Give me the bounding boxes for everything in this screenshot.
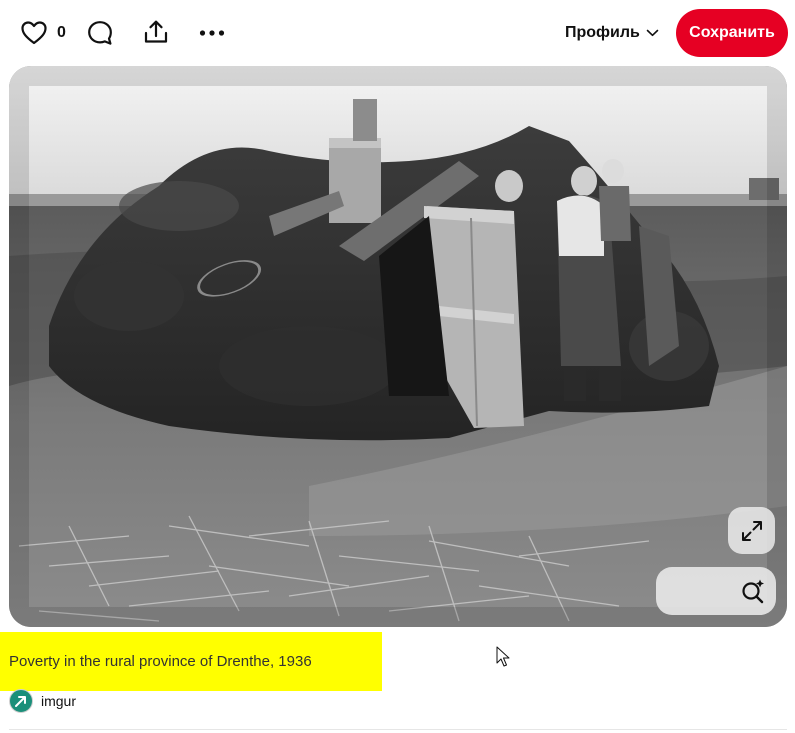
pin-caption-text: Poverty in the rural province of Drenthe… bbox=[9, 653, 312, 670]
share-icon bbox=[144, 20, 168, 43]
pin-image[interactable] bbox=[9, 66, 787, 627]
board-select-dropdown[interactable]: Профиль bbox=[565, 22, 659, 44]
like-button[interactable] bbox=[20, 20, 48, 46]
save-button[interactable]: Сохранить bbox=[676, 9, 788, 57]
pin-caption: Poverty in the rural province of Drenthe… bbox=[0, 632, 382, 691]
expand-image-button[interactable] bbox=[728, 507, 775, 554]
board-select-label: Профиль bbox=[565, 24, 640, 41]
pin-photo bbox=[9, 66, 787, 627]
chevron-down-icon bbox=[646, 29, 659, 37]
more-options-button[interactable] bbox=[198, 20, 226, 46]
visual-search-icon bbox=[742, 579, 764, 604]
expand-icon bbox=[741, 520, 762, 541]
divider bbox=[9, 729, 787, 730]
heart-icon bbox=[21, 21, 47, 45]
like-count: 0 bbox=[57, 24, 66, 41]
source-logo-icon bbox=[15, 696, 26, 707]
source-avatar bbox=[9, 689, 33, 713]
cursor-icon bbox=[496, 646, 510, 667]
pin-action-bar: 0 Профиль Сохранить bbox=[0, 0, 795, 66]
share-button[interactable] bbox=[142, 18, 170, 46]
more-icon bbox=[199, 30, 225, 36]
source-name: imgur bbox=[41, 693, 77, 709]
comment-button[interactable] bbox=[86, 19, 114, 47]
visual-search-button[interactable] bbox=[656, 567, 776, 615]
pin-source[interactable]: imgur bbox=[9, 689, 76, 713]
comment-icon bbox=[88, 21, 112, 45]
